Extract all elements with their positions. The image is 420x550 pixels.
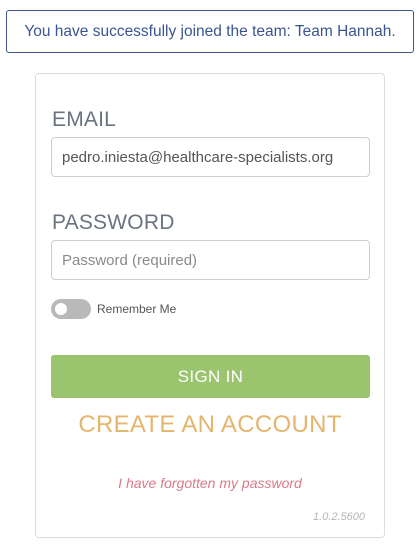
remember-me: Remember Me: [51, 299, 176, 319]
password-field[interactable]: [51, 240, 370, 280]
login-card: EMAIL PASSWORD Remember Me SIGN IN CREAT…: [35, 73, 385, 538]
remember-me-toggle[interactable]: [51, 299, 91, 319]
email-label: EMAIL: [52, 108, 117, 131]
notification-message: You have successfully joined the team: T…: [24, 22, 396, 40]
forgot-password-link[interactable]: I have forgotten my password: [36, 475, 384, 491]
version-label: 1.0.2.5600: [313, 511, 365, 523]
success-notification: You have successfully joined the team: T…: [6, 10, 414, 53]
sign-in-button[interactable]: SIGN IN: [51, 355, 370, 398]
password-label: PASSWORD: [52, 211, 175, 234]
create-account-link[interactable]: CREATE AN ACCOUNT: [36, 411, 384, 439]
email-field[interactable]: [51, 137, 370, 177]
toggle-knob: [55, 303, 67, 315]
remember-me-label: Remember Me: [97, 302, 177, 316]
